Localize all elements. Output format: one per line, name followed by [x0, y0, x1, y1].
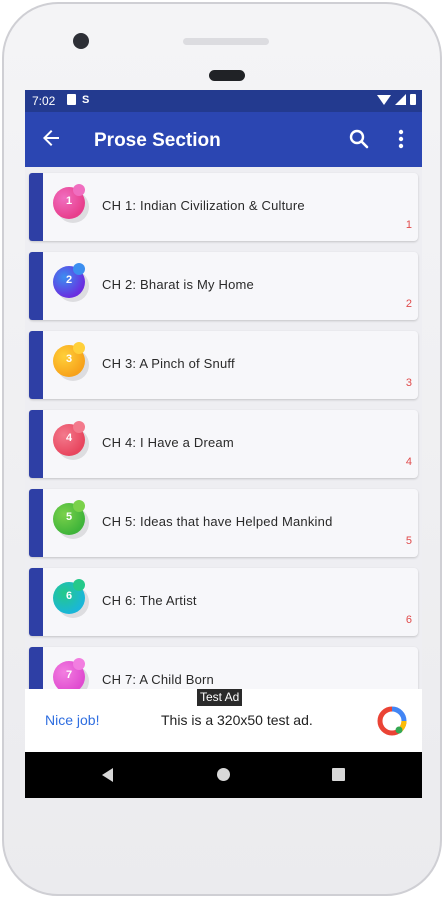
ad-nice-job-text[interactable]: Nice job! — [45, 712, 99, 728]
chapter-card[interactable]: 1 CH 1: Indian Civilization & Culture 1 — [29, 173, 418, 241]
badge-number: 4 — [65, 432, 73, 444]
badge-number: 1 — [65, 195, 73, 207]
chapter-list[interactable]: 1 CH 1: Indian Civilization & Culture 1 2 CH… — [25, 167, 422, 689]
app-bar: Prose Section — [25, 112, 422, 167]
chapter-card[interactable]: 6 CH 6: The Artist 6 — [29, 568, 418, 636]
card-accent-bar — [29, 173, 43, 241]
status-notification-icons: S — [67, 94, 89, 106]
card-accent-bar — [29, 410, 43, 478]
arrow-left-icon[interactable] — [39, 126, 63, 150]
chapter-card[interactable]: 2 CH 2: Bharat is My Home 2 — [29, 252, 418, 320]
screen: 7:02 S Prose Section 1 CH 1: Indian Civil… — [25, 90, 422, 798]
signal-icon — [395, 94, 406, 105]
nav-recents-icon[interactable] — [332, 768, 345, 781]
chapter-number-badge: 7 — [53, 658, 89, 689]
system-nav-bar — [25, 752, 422, 798]
test-ad-badge: Test Ad — [197, 689, 243, 706]
card-accent-bar — [29, 568, 43, 636]
card-accent-bar — [29, 252, 43, 320]
status-system-icons — [377, 94, 416, 105]
card-accent-bar — [29, 489, 43, 557]
badge-number: 2 — [65, 274, 73, 286]
chapter-title: CH 3: A Pinch of Snuff — [102, 356, 235, 371]
chapter-index: 4 — [405, 456, 412, 468]
card-accent-bar — [29, 331, 43, 399]
card-accent-bar — [29, 647, 43, 689]
ad-description[interactable]: This is a 320x50 test ad. — [161, 712, 313, 728]
chapter-number-badge: 2 — [53, 263, 89, 302]
notification-icon — [67, 94, 76, 105]
page-title: Prose Section — [94, 130, 221, 151]
chapter-index: 5 — [405, 535, 412, 547]
chapter-number-badge: 1 — [53, 184, 89, 223]
nav-back-icon[interactable] — [102, 768, 113, 782]
chapter-title: CH 1: Indian Civilization & Culture — [102, 198, 305, 213]
chapter-card[interactable]: 5 CH 5: Ideas that have Helped Mankind 5 — [29, 489, 418, 557]
ad-logo-icon[interactable] — [376, 705, 408, 737]
chapter-title: CH 5: Ideas that have Helped Mankind — [102, 514, 333, 529]
speaker-grille — [183, 38, 269, 45]
badge-number: 7 — [65, 669, 73, 681]
wifi-icon — [377, 94, 391, 105]
chapter-number-badge: 4 — [53, 421, 89, 460]
app-notification-icon: S — [82, 94, 90, 106]
status-bar: 7:02 S — [25, 90, 422, 112]
chapter-index: 3 — [405, 377, 412, 389]
chapter-title: CH 7: A Child Born — [102, 672, 214, 687]
chapter-title: CH 4: I Have a Dream — [102, 435, 234, 450]
badge-number: 3 — [65, 353, 73, 365]
chapter-index: 1 — [405, 219, 412, 231]
chapter-card[interactable]: 3 CH 3: A Pinch of Snuff 3 — [29, 331, 418, 399]
chapter-number-badge: 5 — [53, 500, 89, 539]
nav-home-icon[interactable] — [217, 768, 230, 781]
front-camera — [73, 33, 89, 49]
status-time: 7:02 — [32, 94, 56, 108]
battery-icon — [410, 94, 416, 105]
badge-number: 6 — [65, 590, 73, 602]
more-vert-icon[interactable] — [393, 127, 409, 151]
chapter-title: CH 6: The Artist — [102, 593, 197, 608]
badge-number: 5 — [65, 511, 73, 523]
chapter-index: 2 — [405, 298, 412, 310]
chapter-number-badge: 3 — [53, 342, 89, 381]
chapter-index: 6 — [405, 614, 412, 626]
ad-banner[interactable]: Test Ad Nice job! This is a 320x50 test … — [25, 689, 422, 752]
chapter-title: CH 2: Bharat is My Home — [102, 277, 254, 292]
search-icon[interactable] — [347, 127, 371, 151]
chapter-card[interactable]: 4 CH 4: I Have a Dream 4 — [29, 410, 418, 478]
chapter-card[interactable]: 7CH 7: A Child Born7 — [29, 647, 418, 689]
earpiece — [209, 70, 245, 81]
chapter-number-badge: 6 — [53, 579, 89, 618]
